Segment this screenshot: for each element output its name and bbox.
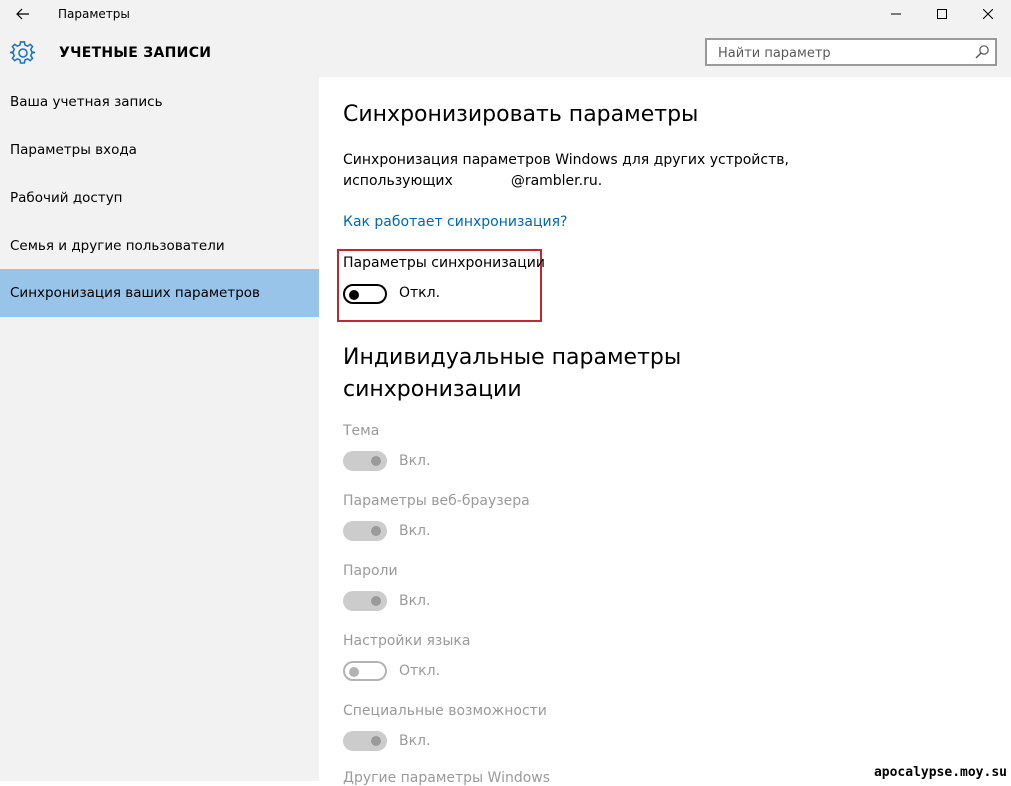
- sync-settings-state: Откл.: [399, 285, 441, 301]
- sync-settings-label: Параметры синхронизации: [343, 255, 545, 271]
- browser-settings-state: Вкл.: [399, 523, 431, 539]
- passwords-state: Вкл.: [399, 593, 431, 609]
- toggle-knob: [349, 667, 359, 677]
- sidebar-item-sync[interactable]: Синхронизация ваших параметров: [0, 269, 319, 317]
- watermark: apocalypse.moy.su: [871, 765, 1009, 780]
- page-title: Синхронизировать параметры: [343, 102, 699, 127]
- minimize-icon: [891, 13, 901, 15]
- section-title: УЧЕТНЫЕ ЗАПИСИ: [59, 45, 212, 61]
- search-input[interactable]: [716, 43, 970, 63]
- browser-settings-label: Параметры веб-браузера: [343, 493, 530, 509]
- back-arrow-icon: [16, 8, 29, 20]
- maximize-button[interactable]: [919, 0, 965, 28]
- maximize-icon: [937, 9, 947, 19]
- sidebar: Ваша учетная запись Параметры входа Рабо…: [0, 77, 319, 781]
- sidebar-item-work-access[interactable]: Рабочий доступ: [0, 174, 319, 222]
- sidebar-item-your-account[interactable]: Ваша учетная запись: [0, 78, 319, 126]
- main-content: Синхронизировать параметры Синхронизация…: [319, 77, 1011, 786]
- back-button[interactable]: [0, 0, 46, 28]
- description-line1: Синхронизация параметров Windows для дру…: [343, 152, 789, 168]
- close-icon: [983, 9, 993, 19]
- other-windows-settings-label: Другие параметры Windows: [343, 770, 551, 786]
- language-settings-toggle[interactable]: [343, 661, 387, 681]
- sync-settings-toggle[interactable]: [343, 284, 387, 304]
- close-button[interactable]: [965, 0, 1011, 28]
- toggle-knob: [371, 526, 381, 536]
- individual-sync-title: Индивидуальные параметры синхронизации: [343, 345, 682, 402]
- toggle-knob: [371, 456, 381, 466]
- toggle-knob: [349, 290, 359, 300]
- accessibility-state: Вкл.: [399, 733, 431, 749]
- theme-label: Тема: [343, 423, 380, 439]
- language-settings-state: Откл.: [399, 663, 441, 679]
- how-sync-works-link[interactable]: Как работает синхронизация?: [343, 214, 568, 230]
- header-bar: УЧЕТНЫЕ ЗАПИСИ: [0, 28, 1011, 77]
- toggle-knob: [371, 596, 381, 606]
- gear-icon: [10, 41, 36, 64]
- accessibility-label: Специальные возможности: [343, 703, 547, 719]
- theme-state: Вкл.: [399, 453, 431, 469]
- description-email: @rambler.ru.: [510, 173, 603, 189]
- window-controls: [873, 0, 1011, 28]
- minimize-button[interactable]: [873, 0, 919, 28]
- description-line2-prefix: использующих: [343, 173, 453, 189]
- search-icon[interactable]: [974, 44, 990, 60]
- sync-description: Синхронизация параметров Windows для дру…: [343, 150, 843, 192]
- title-bar: Параметры: [0, 0, 1011, 28]
- theme-toggle[interactable]: [343, 451, 387, 471]
- sidebar-item-family[interactable]: Семья и другие пользователи: [0, 222, 319, 270]
- accessibility-toggle[interactable]: [343, 731, 387, 751]
- search-box[interactable]: [705, 38, 997, 66]
- sidebar-item-sign-in-options[interactable]: Параметры входа: [0, 126, 319, 174]
- window-title: Параметры: [58, 7, 130, 21]
- passwords-toggle[interactable]: [343, 591, 387, 611]
- passwords-label: Пароли: [343, 563, 398, 579]
- toggle-knob: [371, 736, 381, 746]
- language-settings-label: Настройки языка: [343, 633, 471, 649]
- browser-settings-toggle[interactable]: [343, 521, 387, 541]
